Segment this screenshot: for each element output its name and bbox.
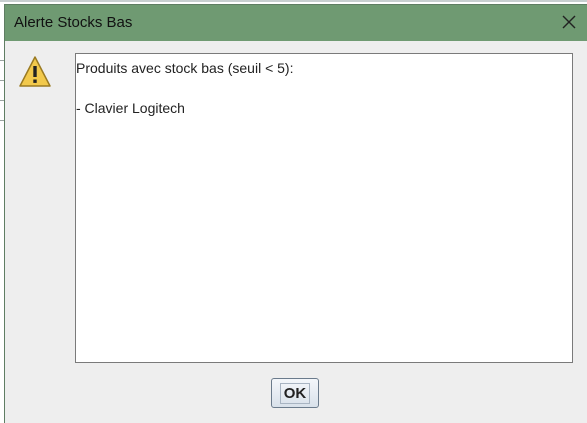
close-button[interactable] (557, 10, 581, 34)
close-icon (562, 15, 576, 29)
warning-icon (19, 56, 51, 87)
ok-button-label: OK (279, 382, 311, 404)
message-text-area[interactable]: Produits avec stock bas (seuil < 5): - C… (75, 53, 573, 363)
message-line: Produits avec stock bas (seuil < 5): (76, 60, 294, 76)
title-bar[interactable]: Alerte Stocks Bas (5, 5, 587, 41)
background-table-border (0, 0, 587, 2)
message-line (76, 79, 572, 99)
message-line: - Clavier Logitech (76, 100, 185, 116)
dialog-title: Alerte Stocks Bas (14, 14, 133, 31)
alert-dialog: Alerte Stocks Bas Produits avec stock ba… (4, 4, 587, 423)
ok-button[interactable]: OK (271, 378, 319, 408)
